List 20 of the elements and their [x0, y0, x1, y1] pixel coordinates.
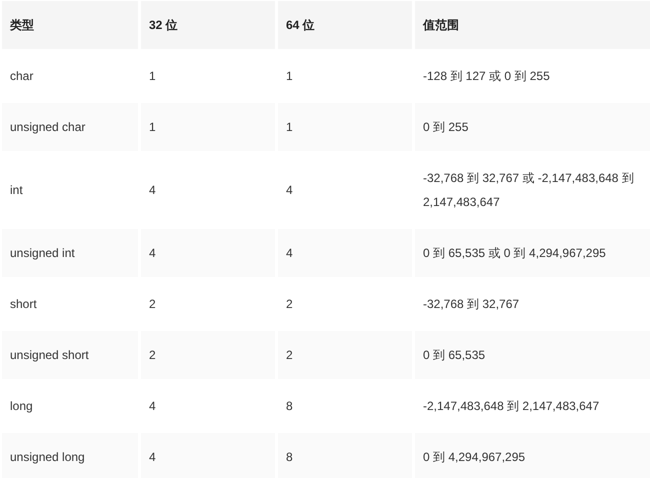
table-cell: unsigned long — [2, 433, 138, 478]
table-cell: 8 — [278, 433, 412, 478]
table-cell: 0 到 4,294,967,295 — [415, 433, 650, 478]
column-header: 类型 — [2, 1, 138, 49]
table-cell: 4 — [141, 433, 275, 478]
table-cell: 4 — [278, 229, 412, 277]
column-header: 64 位 — [278, 1, 412, 49]
table-cell: 1 — [278, 103, 412, 151]
table-cell: 0 到 65,535 或 0 到 4,294,967,295 — [415, 229, 650, 277]
table-cell: 1 — [141, 103, 275, 151]
table-cell: 0 到 65,535 — [415, 331, 650, 379]
column-header: 值范围 — [415, 1, 650, 49]
table-cell: 4 — [141, 229, 275, 277]
table-cell: unsigned short — [2, 331, 138, 379]
table-cell: unsigned int — [2, 229, 138, 277]
table-cell: unsigned char — [2, 103, 138, 151]
table-cell: 0 到 255 — [415, 103, 650, 151]
column-header: 32 位 — [141, 1, 275, 49]
table-cell: 2 — [141, 331, 275, 379]
table-cell: 2 — [278, 331, 412, 379]
